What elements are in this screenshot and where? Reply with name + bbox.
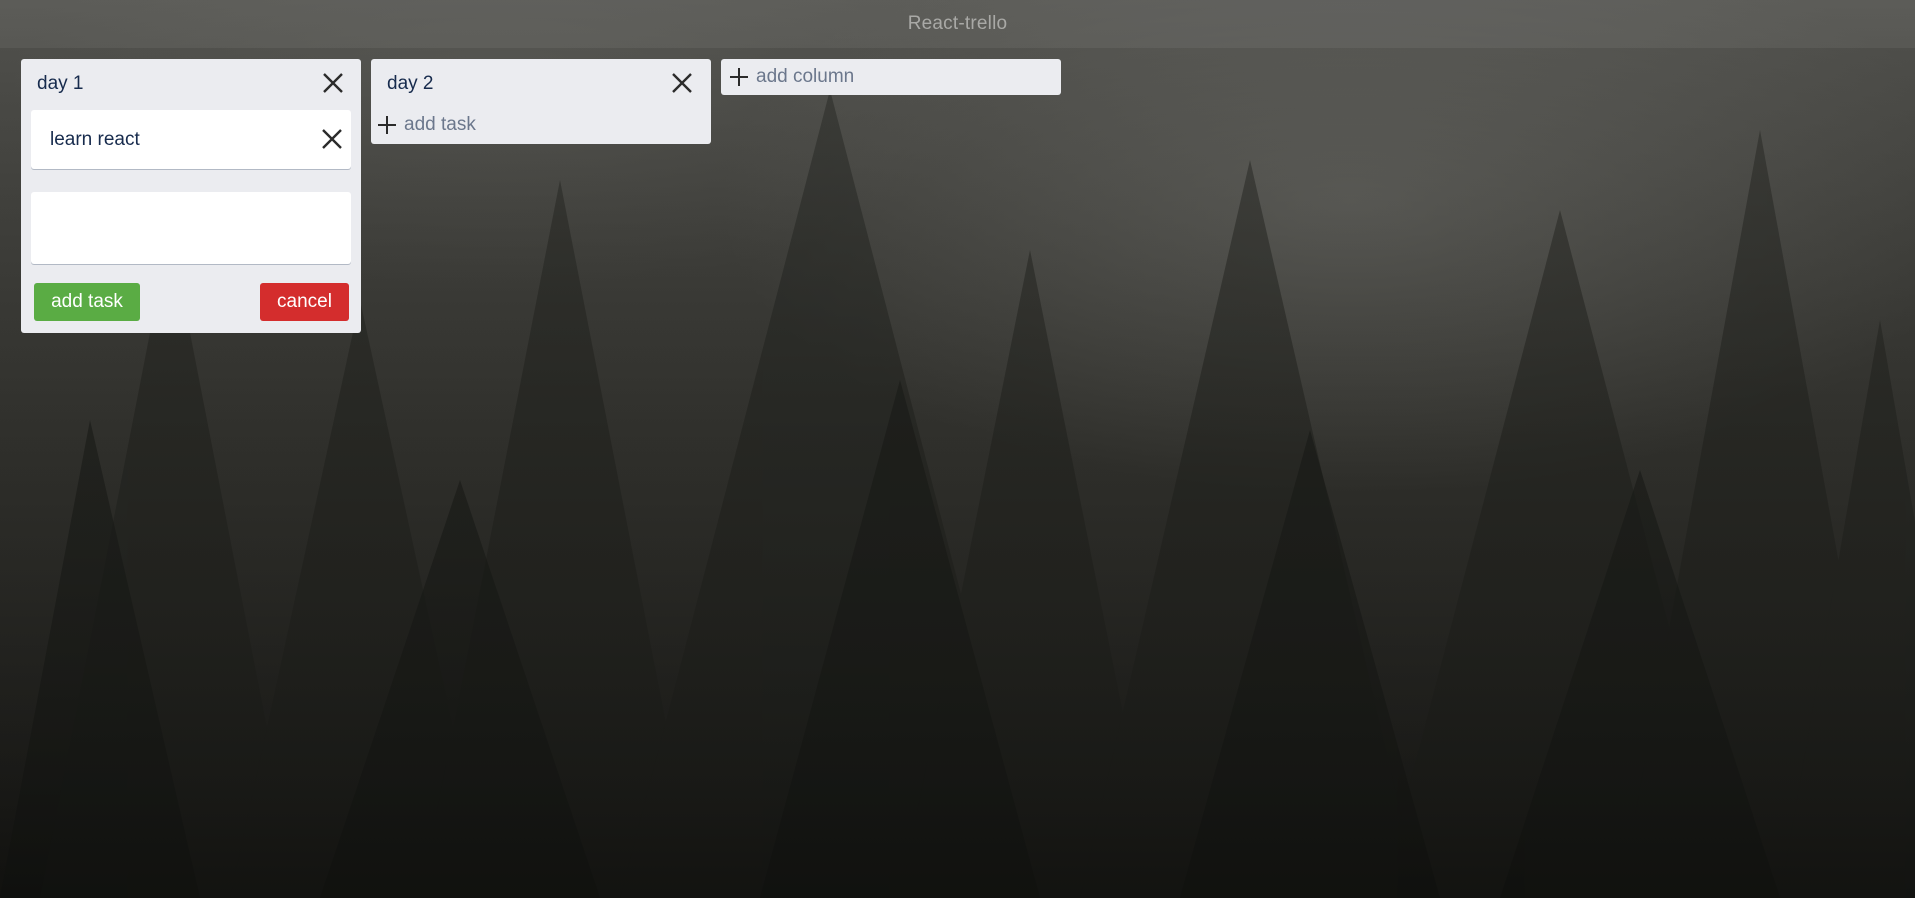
add-task-label: add task — [404, 114, 476, 135]
column-title: day 2 — [387, 73, 434, 94]
delete-task-button[interactable] — [318, 125, 346, 153]
column-day-2: day 2 add task — [371, 59, 711, 144]
column-header: day 1 — [21, 59, 361, 109]
close-column-button[interactable] — [319, 69, 347, 97]
plus-icon — [729, 67, 749, 87]
column-header: day 2 — [371, 59, 711, 109]
task-card-text: learn react — [50, 129, 140, 150]
app-title: React-trello — [907, 13, 1008, 34]
task-card[interactable]: learn react — [31, 110, 351, 169]
add-column-label: add column — [756, 66, 855, 87]
add-task-button[interactable]: add task — [34, 283, 140, 321]
board-background: React-trello day 1 learn react add task … — [0, 0, 1915, 898]
cancel-button[interactable]: cancel — [260, 283, 349, 321]
close-icon — [322, 129, 342, 149]
plus-icon — [377, 115, 397, 135]
close-icon — [672, 73, 692, 93]
add-task-link[interactable]: add task — [377, 114, 476, 136]
new-task-input[interactable] — [31, 192, 351, 264]
close-icon — [323, 73, 343, 93]
column-title: day 1 — [37, 73, 84, 94]
add-column-button[interactable]: add column — [721, 59, 1061, 95]
top-bar: React-trello — [0, 0, 1915, 48]
close-column-button[interactable] — [668, 69, 696, 97]
column-day-1: day 1 learn react add task cancel — [21, 59, 361, 333]
